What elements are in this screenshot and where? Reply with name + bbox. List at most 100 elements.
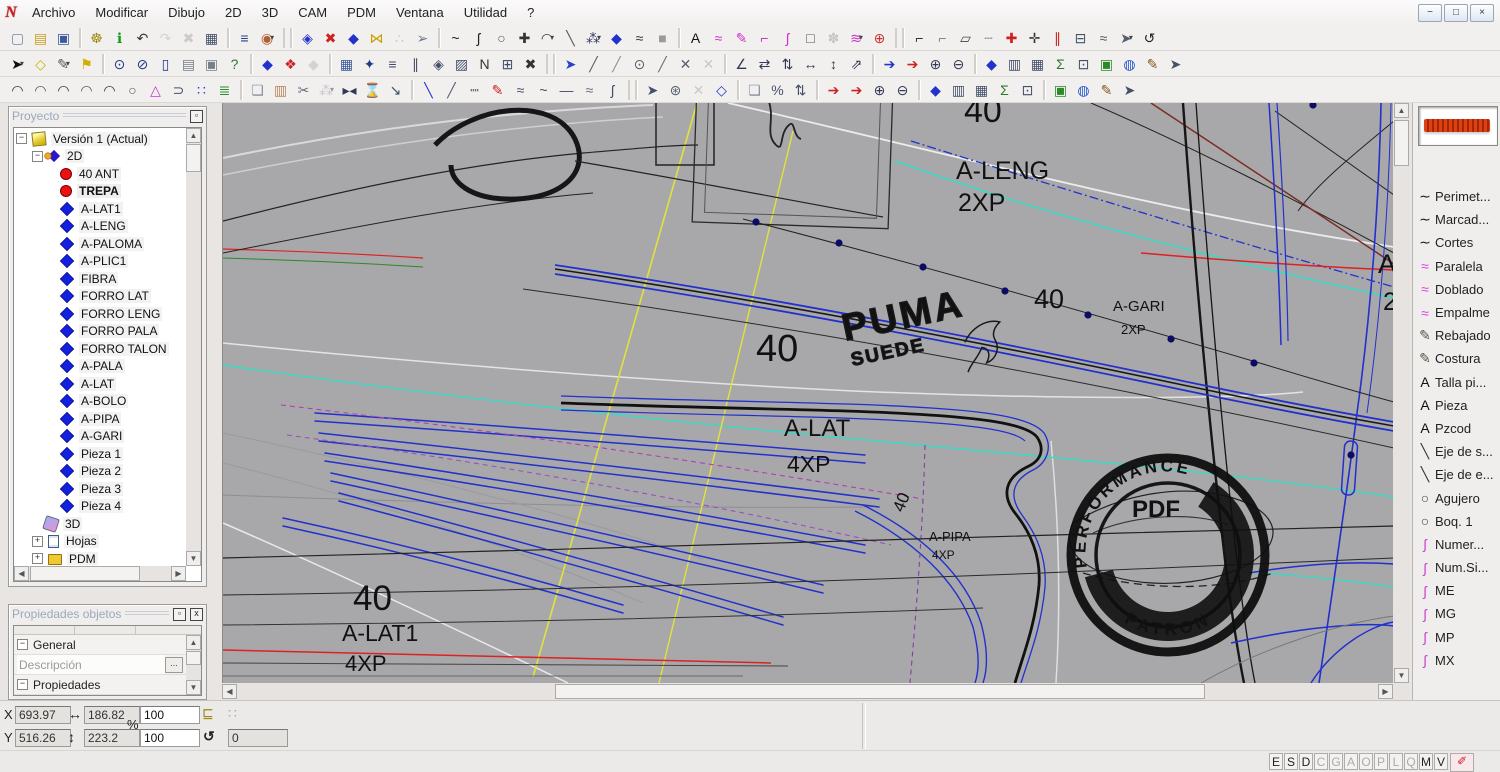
tree-item-40-ant[interactable]: 40 ANT: [14, 165, 185, 183]
tool-rebajado[interactable]: ✎ Rebajado: [1415, 324, 1499, 347]
marking-pen-icon[interactable]: ✎: [730, 27, 753, 49]
menu-dibujo[interactable]: Dibujo: [158, 2, 215, 23]
current-line-style-box[interactable]: [1418, 106, 1498, 146]
tree-item-fibra[interactable]: FIBRA: [14, 270, 185, 288]
pin-icon[interactable]: ➤: [559, 53, 582, 75]
move-icon[interactable]: ✛: [1023, 27, 1046, 49]
canvas-hscrollbar[interactable]: ◀ ▶: [222, 683, 1393, 700]
import-piece-icon[interactable]: ◈: [296, 27, 319, 49]
select-tool-icon[interactable]: ➤ ▾: [6, 53, 29, 75]
rotate-icon[interactable]: ↺: [203, 728, 215, 745]
toggle-a[interactable]: A: [1344, 753, 1358, 770]
menu-utilidad[interactable]: Utilidad: [454, 2, 517, 23]
tool-numer-[interactable]: ʃ Numer...: [1415, 533, 1499, 556]
diag-icon[interactable]: ⇗: [845, 53, 868, 75]
toggle-d[interactable]: D: [1299, 753, 1313, 770]
scroll-left-icon[interactable]: ◀: [222, 684, 237, 699]
collapse-icon[interactable]: −: [17, 639, 28, 650]
diamond-outline-icon[interactable]: ◇: [710, 79, 733, 101]
toggle-p[interactable]: P: [1374, 753, 1388, 770]
segment2-icon[interactable]: ╱: [651, 53, 674, 75]
notes-tray-icon[interactable]: ✐: [1450, 753, 1474, 772]
toggle-q[interactable]: Q: [1404, 753, 1418, 770]
tree-item-pieza-4[interactable]: Pieza 4: [14, 498, 185, 516]
angle-icon[interactable]: ∠: [730, 53, 753, 75]
new-piece-icon[interactable]: ◆: [605, 27, 628, 49]
delete-forward-icon[interactable]: ❖: [279, 53, 302, 75]
tool-mg[interactable]: ʃ MG: [1415, 602, 1499, 625]
swap-h-icon[interactable]: ⇄: [753, 53, 776, 75]
north-icon[interactable]: N: [473, 53, 496, 75]
toggle-m[interactable]: M: [1419, 753, 1433, 770]
dot-dash-icon[interactable]: ┉: [463, 79, 486, 101]
percent-icon[interactable]: %: [766, 79, 789, 101]
tool-cortes[interactable]: ∼ Cortes: [1415, 231, 1499, 254]
project-panel-titlebar[interactable]: Proyecto ▫: [9, 107, 206, 125]
save-icon[interactable]: ▣: [52, 27, 75, 49]
pens-icon[interactable]: ✎ ▾: [52, 53, 75, 75]
tree-vscroll-thumb[interactable]: [186, 144, 201, 172]
settings-gears-icon[interactable]: ☸: [85, 27, 108, 49]
tree-item-forro-pala[interactable]: FORRO PALA: [14, 323, 185, 341]
forward-piece-icon[interactable]: ◆: [256, 53, 279, 75]
description-field[interactable]: Descripción: [17, 655, 165, 674]
rows-icon[interactable]: ≡: [381, 53, 404, 75]
scale-x-input[interactable]: [140, 706, 200, 724]
play-pair-icon[interactable]: ▸◂: [338, 79, 361, 101]
fillet-icon[interactable]: ◠: [6, 79, 29, 101]
scroll-up-icon[interactable]: ▲: [186, 128, 201, 143]
tool-pzcod[interactable]: A Pzcod: [1415, 417, 1499, 440]
menu-2d[interactable]: 2D: [215, 2, 252, 23]
fillet5-icon[interactable]: ◠: [98, 79, 121, 101]
tree-item-a-pipa[interactable]: A-PIPA: [14, 410, 185, 428]
close-panel-button[interactable]: x: [190, 607, 203, 621]
dash-stack-icon[interactable]: ≣: [213, 79, 236, 101]
marking-wave-icon[interactable]: ≈: [707, 27, 730, 49]
ellipsis-button[interactable]: ...: [165, 656, 183, 673]
cursor2-icon[interactable]: ➤: [1118, 79, 1141, 101]
zoom-in2-icon[interactable]: ⊕: [868, 79, 891, 101]
layers-icon[interactable]: ≡: [233, 27, 256, 49]
tool-talla-pi-[interactable]: A Talla pi...: [1415, 371, 1499, 394]
columns-icon[interactable]: ∥: [404, 53, 427, 75]
scroll-right-icon[interactable]: ▶: [171, 566, 186, 581]
zigzag-icon[interactable]: ≈: [509, 79, 532, 101]
props-vscroll-thumb[interactable]: [186, 651, 201, 665]
red-cross-icon[interactable]: ✚: [1000, 27, 1023, 49]
close-button[interactable]: ×: [1470, 3, 1494, 22]
toggle-l[interactable]: L: [1389, 753, 1403, 770]
scroll-up-icon[interactable]: ▲: [186, 635, 201, 650]
tree-vscrollbar[interactable]: ▲ ▼: [186, 128, 201, 566]
mirror-piece-icon[interactable]: ⋈: [365, 27, 388, 49]
tool-num-si-[interactable]: ʃ Num.Si...: [1415, 556, 1499, 579]
delete-icon[interactable]: ✖: [177, 27, 200, 49]
forward-gray-icon[interactable]: ◆: [302, 53, 325, 75]
line-icon[interactable]: —: [555, 79, 578, 101]
toggle-e[interactable]: E: [1269, 753, 1283, 770]
tree-item-a-leng[interactable]: A-LENG: [14, 218, 185, 236]
double-wave-icon[interactable]: ≋ ▾: [845, 27, 868, 49]
point-icon[interactable]: ✚: [513, 27, 536, 49]
red-pen-icon[interactable]: ✎: [486, 79, 509, 101]
toggle-v[interactable]: V: [1434, 753, 1448, 770]
toggle-s[interactable]: S: [1284, 753, 1298, 770]
tree-item-pieza-2[interactable]: Pieza 2: [14, 463, 185, 481]
restore-button[interactable]: □: [1444, 3, 1468, 22]
circle-point-icon[interactable]: ⊙: [628, 53, 651, 75]
wave2-icon[interactable]: ~: [532, 79, 555, 101]
collapse-icon[interactable]: −: [17, 679, 28, 690]
tree-item-pieza-1[interactable]: Pieza 1: [14, 445, 185, 463]
tree-item-a-lat[interactable]: A-LAT: [14, 375, 185, 393]
cluster-icon[interactable]: ∷: [190, 79, 213, 101]
updown-icon[interactable]: ⇅: [789, 79, 812, 101]
drawing-canvas[interactable]: 40 A-LENG 2XP 40 40 A-GARI 2XP A-LAT 4XP 40 A-PIPA…: [222, 103, 1394, 683]
tool-agujero[interactable]: ○ Agujero: [1415, 486, 1499, 509]
ellipse-icon[interactable]: ○: [121, 79, 144, 101]
cross-icon[interactable]: ✕: [674, 53, 697, 75]
scroll-down-icon[interactable]: ▼: [186, 680, 201, 695]
marking-spline-icon[interactable]: ʃ: [776, 27, 799, 49]
redo3-icon[interactable]: ➔: [845, 79, 868, 101]
tree-item-pieza-3[interactable]: Pieza 3: [14, 480, 185, 498]
arrow-blue-icon[interactable]: ➔: [878, 53, 901, 75]
nodes-icon[interactable]: ⁂ ▾: [582, 27, 605, 49]
